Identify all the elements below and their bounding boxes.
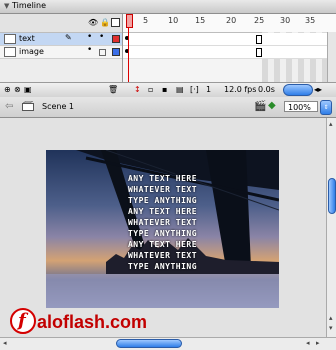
eye-icon[interactable]: 👁 <box>88 18 98 27</box>
scene-icon <box>22 101 34 111</box>
scroll-down-arrow-icon[interactable]: ▾ <box>329 324 333 332</box>
locked-icon[interactable] <box>99 49 106 56</box>
scroll-right-arrow-icon[interactable]: ▸ <box>316 339 320 347</box>
timeline-panel-header[interactable]: ▼ Timeline <box>0 0 336 14</box>
scroll-up-arrow-icon[interactable]: ▴ <box>329 314 333 322</box>
lock-icon[interactable]: 🔒 <box>100 18 110 27</box>
timeline-title: Timeline <box>12 1 47 10</box>
overlay-text-block[interactable]: ANY TEXT HERE WHATEVER TEXT TYPE ANYTHIN… <box>46 174 279 273</box>
visibility-dot[interactable]: • <box>87 32 92 42</box>
end-frame[interactable] <box>256 48 262 57</box>
layer-name: image <box>19 47 44 56</box>
timeline-scrollbar[interactable] <box>327 32 336 82</box>
layer-icon <box>4 47 16 57</box>
frame-row-text[interactable] <box>123 33 336 46</box>
pencil-icon: ✎ <box>65 33 72 42</box>
frames-panel[interactable]: 5 10 15 20 25 30 35 <box>123 14 336 82</box>
stage-horizontal-scrollbar[interactable]: ◂ ◂ ▸ <box>0 337 336 350</box>
frame-row-image[interactable] <box>123 46 336 59</box>
scene-name[interactable]: Scene 1 <box>42 102 74 111</box>
vertical-scroll-thumb[interactable] <box>328 178 336 214</box>
end-frame[interactable] <box>256 35 262 44</box>
back-arrow-icon[interactable]: ⇦ <box>5 101 13 112</box>
scroll-left-icon[interactable]: ◂ <box>3 339 7 347</box>
visibility-dot[interactable]: • <box>87 45 92 55</box>
layer-icon <box>4 34 16 44</box>
flash-logo-icon: f <box>10 308 36 334</box>
ruler-number: 20 <box>226 16 237 25</box>
onion-skin-icon[interactable]: ▫ <box>148 85 153 94</box>
ruler-number: 25 <box>254 16 265 25</box>
overlay-text-line: TYPE ANYTHING <box>127 262 198 271</box>
overlay-text-line: TYPE ANYTHING <box>127 196 198 205</box>
playhead[interactable] <box>126 14 133 28</box>
scroll-arrows-icon[interactable]: ◂▸ <box>314 85 322 94</box>
zoom-input[interactable]: 100% <box>284 101 318 112</box>
edit-bar: ⇦ Scene 1 🎬 ◆ 100% ⇕ <box>0 97 336 118</box>
outline-icon[interactable] <box>111 18 120 27</box>
ruler-number: 15 <box>195 16 206 25</box>
add-guide-icon[interactable]: ⊗ <box>14 85 21 94</box>
overlay-text-line: TYPE ANYTHING <box>127 229 198 238</box>
ruler-number: 35 <box>305 16 316 25</box>
elapsed-time: 0.0s <box>258 85 275 94</box>
layer-panel: 👁 🔒 text ✎ • • image • <box>0 14 123 82</box>
watermark-text: aloflash.com <box>37 312 148 332</box>
horizontal-scroll-thumb[interactable] <box>116 339 182 348</box>
layer-row-image[interactable]: image • <box>0 45 122 59</box>
edit-frames-icon[interactable]: ▤ <box>176 85 184 94</box>
stage-vertical-scrollbar[interactable]: ▴ ▴ ▾ <box>326 118 336 337</box>
overlay-text-line: WHATEVER TEXT <box>127 218 198 227</box>
overlay-text-line: ANY TEXT HERE <box>127 207 198 216</box>
timeline-hscroll-thumb[interactable] <box>283 84 313 96</box>
playhead-line <box>128 27 129 82</box>
current-frame: 1 <box>206 85 212 94</box>
onion-outline-icon[interactable]: ▪ <box>162 85 167 94</box>
modify-markers-icon[interactable]: [·] <box>190 85 199 94</box>
zoom-dropdown-icon[interactable]: ⇕ <box>320 100 332 115</box>
layer-row-text[interactable]: text ✎ • • <box>0 32 122 46</box>
collapse-triangle-icon[interactable]: ▼ <box>4 2 9 10</box>
artwork-image[interactable]: ANY TEXT HERE WHATEVER TEXT TYPE ANYTHIN… <box>46 150 279 308</box>
layer-color-swatch[interactable] <box>112 48 120 56</box>
scroll-left-arrow-icon[interactable]: ◂ <box>306 339 310 347</box>
timeline-status-bar: ⊕ ⊗ ▣ 🗑 ↕ ▫ ▪ ▤ [·] 1 12.0 fps 0.0s ◂▸ <box>0 82 336 98</box>
edit-symbol-icon[interactable]: ◆ <box>268 100 276 111</box>
frame-rate: 12.0 fps <box>224 85 257 94</box>
overlay-text-line: ANY TEXT HERE <box>127 174 198 183</box>
stage[interactable]: ANY TEXT HERE WHATEVER TEXT TYPE ANYTHIN… <box>0 118 326 337</box>
frame-ruler[interactable]: 5 10 15 20 25 30 35 <box>123 14 336 33</box>
ruler-number: 5 <box>143 16 149 25</box>
overlay-text-line: WHATEVER TEXT <box>127 185 198 194</box>
ruler-number: 10 <box>168 16 179 25</box>
overlay-text-line: ANY TEXT HERE <box>127 240 198 249</box>
add-layer-icon[interactable]: ⊕ <box>4 85 11 94</box>
scroll-up-icon[interactable]: ▴ <box>329 120 333 128</box>
layer-name: text <box>19 34 35 43</box>
delete-layer-icon[interactable]: 🗑 <box>108 85 118 94</box>
edit-scene-icon[interactable]: 🎬 <box>254 101 266 112</box>
layer-color-swatch[interactable] <box>112 35 120 43</box>
lock-dot[interactable]: • <box>99 32 104 42</box>
ruler-number: 30 <box>280 16 291 25</box>
layer-header-row: 👁 🔒 <box>0 14 122 33</box>
overlay-text-line: WHATEVER TEXT <box>127 251 198 260</box>
add-folder-icon[interactable]: ▣ <box>24 85 32 94</box>
center-frame-icon[interactable]: ↕ <box>134 85 141 94</box>
